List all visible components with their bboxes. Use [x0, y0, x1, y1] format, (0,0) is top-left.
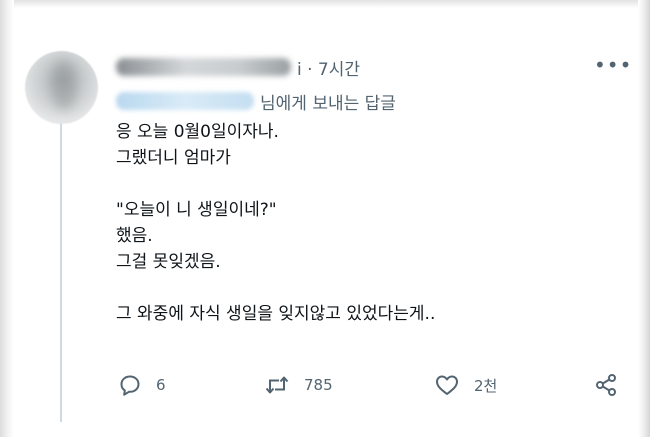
- blurred-mention[interactable]: [116, 92, 254, 110]
- screenshot-right-edge: [638, 0, 650, 437]
- reply-count: 6: [156, 376, 166, 394]
- tweet-header: i · 7시간: [116, 54, 360, 80]
- tweet-text: 응 오늘 0월0일이자나. 그랬더니 엄마가 "오늘이 니 생일이네?" 했음.…: [116, 119, 435, 327]
- tweet-line: "오늘이 니 생일이네?": [116, 200, 277, 220]
- like-icon: [436, 375, 458, 395]
- retweet-icon: [265, 376, 289, 394]
- share-icon: [596, 374, 616, 396]
- like-count: 2천: [474, 376, 498, 395]
- avatar-blur: [52, 61, 76, 109]
- reply-to-line: 님에게 보내는 답글: [116, 88, 396, 114]
- reply-to-label: 님에게 보내는 답글: [260, 93, 396, 114]
- avatar[interactable]: [25, 51, 98, 124]
- tweet-line: 그랬더니 엄마가: [116, 148, 231, 168]
- tweet-line: [116, 275, 435, 301]
- tweet-line: 그 와중에 자식 생일을 잊지않고 있었다는게..: [116, 304, 436, 324]
- tweet-actions: 6 785 2천: [116, 370, 626, 400]
- reply-button[interactable]: 6: [118, 370, 166, 400]
- retweet-button[interactable]: 785: [264, 370, 333, 400]
- share-button[interactable]: [594, 370, 618, 400]
- thread-line: [60, 122, 62, 422]
- more-icon[interactable]: •••: [594, 55, 632, 75]
- tweet-line: 했음.: [116, 226, 153, 246]
- tweet-line: 응 오늘 0월0일이자나.: [116, 122, 279, 142]
- like-button[interactable]: 2천: [434, 370, 497, 400]
- handle-and-time: i · 7시간: [297, 59, 361, 80]
- retweet-count: 785: [304, 376, 333, 394]
- tweet-line: 그걸 못잊겠음.: [116, 252, 221, 272]
- screenshot-top-edge: [0, 0, 650, 8]
- blurred-username[interactable]: [116, 58, 291, 76]
- tweet-line: [116, 171, 435, 197]
- screenshot-left-edge: [0, 0, 14, 437]
- reply-icon: [120, 375, 140, 396]
